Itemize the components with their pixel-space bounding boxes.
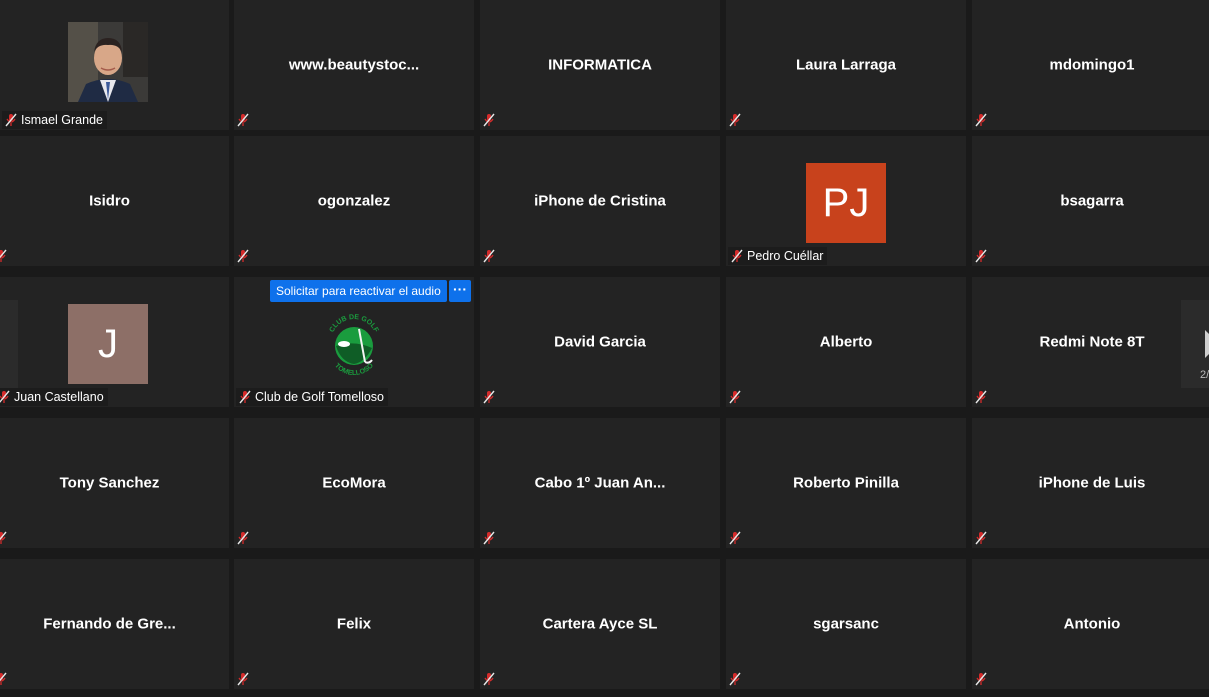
participant-name: Ismael Grande [21, 113, 103, 127]
muted-mic-icon [483, 113, 495, 127]
participant-name-label: Pedro Cuéllar [728, 247, 828, 265]
muted-mic-icon [975, 113, 987, 127]
participant-name-label: Juan Castellano [0, 388, 108, 406]
participant-photo [68, 22, 148, 102]
participant-tile-pedro-cuellar[interactable]: PJ Pedro Cuéllar [726, 136, 966, 266]
participant-tile[interactable]: iPhone de Luis [972, 418, 1209, 548]
muted-mic-icon [237, 531, 249, 545]
participant-name: David Garcia [554, 333, 646, 351]
participant-tile[interactable]: Roberto Pinilla [726, 418, 966, 548]
participant-tile[interactable]: Antonio [972, 559, 1209, 689]
avatar: J [68, 304, 148, 384]
participant-tile-juan-castellano[interactable]: J Juan Castellano [0, 277, 229, 407]
muted-mic-icon [483, 249, 495, 263]
participant-tile[interactable]: Fernando de Gre... [0, 559, 229, 689]
avatar-initials: J [98, 321, 118, 366]
muted-mic-icon [975, 390, 987, 404]
participant-name: Cartera Ayce SL [542, 615, 658, 633]
muted-mic-icon [729, 531, 741, 545]
muted-mic-icon [0, 672, 7, 685]
participant-tile[interactable]: Tony Sanchez [0, 418, 229, 548]
participant-name: Laura Larraga [795, 56, 897, 74]
participant-tile[interactable]: Isidro [0, 136, 229, 266]
participant-name: Tony Sanchez [59, 474, 160, 492]
muted-mic-icon [237, 113, 249, 127]
muted-mic-icon [5, 113, 17, 127]
muted-mic-icon [237, 249, 249, 263]
muted-mic-icon [483, 672, 495, 686]
participant-tile[interactable]: www.beautystoc... [234, 0, 474, 130]
participant-name-label: Club de Golf Tomelloso [236, 388, 389, 406]
muted-mic-icon [239, 390, 251, 404]
previous-page-handle[interactable] [0, 300, 18, 388]
participant-tile[interactable]: mdomingo1 [972, 0, 1209, 130]
participant-name: iPhone de Cristina [534, 192, 666, 210]
participant-tile[interactable]: ogonzalez [234, 136, 474, 266]
muted-mic-icon [729, 113, 741, 127]
ask-to-unmute-button[interactable]: Solicitar para reactivar el audio [270, 280, 447, 302]
participant-name: Redmi Note 8T [1039, 333, 1145, 351]
participant-name: Cabo 1º Juan An... [534, 474, 666, 492]
muted-mic-icon [975, 249, 987, 263]
muted-mic-icon [975, 672, 987, 686]
participant-tile[interactable]: INFORMATICA [480, 0, 720, 130]
avatar-initials: PJ [822, 180, 870, 225]
muted-mic-icon [975, 531, 987, 545]
participant-name: Roberto Pinilla [793, 474, 899, 492]
participant-name-label: Ismael Grande [2, 111, 107, 129]
participant-name: Pedro Cuéllar [747, 249, 824, 263]
avatar: PJ [806, 163, 886, 243]
more-options-button[interactable]: ··· [449, 280, 471, 302]
participant-tile[interactable]: iPhone de Cristina [480, 136, 720, 266]
participant-tile[interactable]: Cabo 1º Juan An... [480, 418, 720, 548]
participant-name: iPhone de Luis [1038, 474, 1146, 492]
muted-mic-icon [237, 672, 249, 686]
participant-tile[interactable]: Felix [234, 559, 474, 689]
participant-tile[interactable]: Alberto [726, 277, 966, 407]
participant-name: INFORMATICA [548, 56, 652, 74]
club-logo: CLUB DE GOLF TOMELLOSO [329, 314, 380, 377]
participant-tile[interactable]: sgarsanc [726, 559, 966, 689]
participant-tile[interactable]: Laura Larraga [726, 0, 966, 130]
participant-name: www.beautystoc... [288, 56, 420, 74]
muted-mic-icon [731, 249, 743, 263]
participant-tile-ismael-grande[interactable]: Ismael Grande [0, 0, 229, 130]
muted-mic-icon [729, 672, 741, 686]
participant-name: Juan Castellano [14, 390, 104, 404]
participant-name: bsagarra [1060, 192, 1124, 210]
muted-mic-icon [729, 390, 741, 404]
participant-name: Isidro [89, 192, 130, 210]
participant-name: mdomingo1 [1049, 56, 1135, 74]
participant-name: ogonzalez [317, 192, 391, 210]
participant-tile[interactable]: David Garcia [480, 277, 720, 407]
muted-mic-icon [0, 390, 10, 403]
participant-name: Club de Golf Tomelloso [255, 390, 385, 404]
page-indicator: 2/ [1200, 369, 1209, 381]
participant-name: sgarsanc [813, 615, 879, 633]
participant-name: Alberto [819, 333, 873, 351]
participant-tile[interactable]: Cartera Ayce SL [480, 559, 720, 689]
participant-name: Felix [336, 615, 372, 633]
muted-mic-icon [483, 390, 495, 404]
participant-tile[interactable]: EcoMora [234, 418, 474, 548]
muted-mic-icon [0, 249, 7, 262]
participant-name: EcoMora [322, 474, 386, 492]
muted-mic-icon [483, 531, 495, 545]
participant-name: Fernando de Gre... [43, 615, 176, 633]
participant-tile[interactable]: Redmi Note 8T [972, 277, 1209, 407]
participant-tile[interactable]: bsagarra [972, 136, 1209, 266]
muted-mic-icon [0, 531, 7, 544]
participant-name: Antonio [1063, 615, 1121, 633]
